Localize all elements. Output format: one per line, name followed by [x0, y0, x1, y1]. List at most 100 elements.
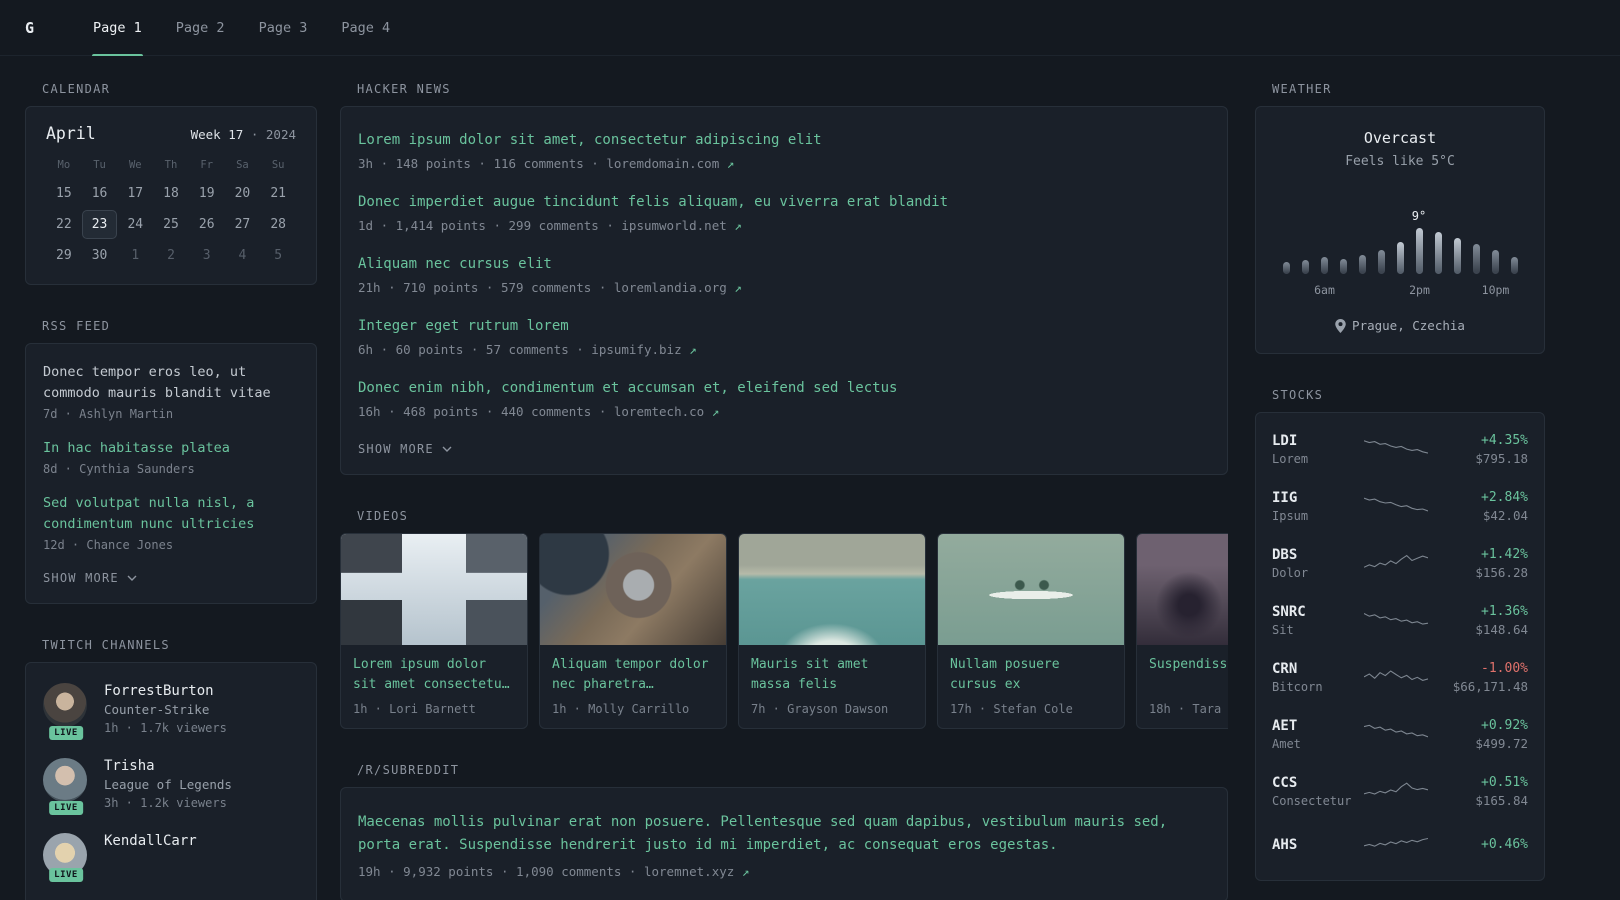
- twitch-channel[interactable]: LIVE KendallCarr: [43, 832, 299, 882]
- stock-percent-change: +1.42%: [1481, 547, 1528, 562]
- rss-item-title[interactable]: Donec tempor eros leo, ut commodo mauris…: [43, 362, 299, 404]
- rss-item[interactable]: Donec tempor eros leo, ut commodo mauris…: [43, 362, 299, 421]
- video-card[interactable]: Nullam posuere cursus ex 17h · Stefan Co…: [937, 533, 1125, 730]
- calendar-day: 4: [238, 248, 247, 263]
- twitch-channel-meta: 3h · 1.2k viewers: [104, 795, 227, 810]
- stock-row[interactable]: CRN Bitcorn -1.00% $66,171.48: [1272, 649, 1528, 706]
- stock-price: $499.72: [1475, 736, 1528, 751]
- calendar-weekday: Mo: [57, 159, 71, 171]
- stock-row[interactable]: AHS +0.46%: [1272, 820, 1528, 872]
- video-card-body: Nullam posuere cursus ex 17h · Stefan Co…: [938, 645, 1124, 728]
- stock-values: +4.35% $795.18: [1475, 433, 1528, 466]
- rss-widget: Donec tempor eros leo, ut commodo mauris…: [25, 343, 317, 604]
- stocks-section: STOCKS LDI Lorem +4.35% $795.18 IIG Ipsu…: [1255, 388, 1545, 881]
- video-title[interactable]: Aliquam tempor dolor nec pharetra…: [552, 655, 714, 695]
- video-title[interactable]: Nullam posuere cursus ex: [950, 655, 1112, 695]
- stock-name: Amet: [1272, 737, 1301, 751]
- live-badge: LIVE: [49, 800, 83, 815]
- hackernews-story-meta: 6h · 60 points · 57 comments · ipsumify.…: [358, 342, 1210, 357]
- video-title[interactable]: Suspendisse diam: [1149, 655, 1228, 695]
- weather-bar-slot: [1301, 260, 1309, 274]
- calendar-widget: April Week 17 · 2024 Mo Tu We Th Fr Sa Su 15 16…: [25, 106, 317, 285]
- rss-show-more-button[interactable]: SHOW MORE: [43, 569, 137, 587]
- weather-bar: [1396, 242, 1404, 274]
- weather-temperature-chart: 9°: [1276, 196, 1524, 274]
- hackernews-story-title[interactable]: Lorem ipsum dolor sit amet, consectetur …: [358, 130, 1210, 151]
- stock-row[interactable]: SNRC Sit +1.36% $148.64: [1272, 592, 1528, 649]
- calendar-day: 3: [202, 248, 211, 263]
- twitch-widget: LIVE ForrestBurton Counter-Strike 1h · 1…: [25, 661, 317, 900]
- subreddit-section-title: /R/SUBREDDIT: [357, 763, 460, 778]
- calendar-weekday: Su: [271, 159, 285, 171]
- twitch-avatar-wrap: LIVE: [43, 757, 89, 815]
- stock-sparkline: [1364, 669, 1428, 681]
- page-tab[interactable]: Page 4: [327, 0, 404, 56]
- stock-percent-change: -1.00%: [1481, 661, 1528, 676]
- calendar-day: 18: [163, 186, 179, 201]
- twitch-channel-category: Counter-Strike: [104, 701, 210, 717]
- page-tab[interactable]: Page 1: [79, 0, 156, 56]
- stock-row[interactable]: AET Amet +0.92% $499.72: [1272, 706, 1528, 763]
- twitch-channel[interactable]: LIVE Trisha League of Legends 3h · 1.2k …: [43, 757, 299, 815]
- video-thumbnail: [938, 534, 1124, 645]
- rss-item-meta: 12d · Chance Jones: [43, 537, 174, 552]
- stock-percent-change: +1.36%: [1481, 604, 1528, 619]
- calendar-weekday: We: [128, 159, 142, 171]
- subreddit-post-title[interactable]: Maecenas mollis pulvinar erat non posuer…: [358, 811, 1210, 856]
- stock-identity: AHS: [1272, 837, 1364, 856]
- stock-row[interactable]: LDI Lorem +4.35% $795.18: [1272, 421, 1528, 478]
- rss-item-title[interactable]: Sed volutpat nulla nisl, a condimentum n…: [43, 493, 299, 535]
- chevron-down-icon: [442, 446, 452, 452]
- app-logo[interactable]: G: [25, 19, 55, 37]
- weather-bar: [1491, 250, 1499, 274]
- hackernews-story-title[interactable]: Aliquam nec cursus elit: [358, 254, 1210, 275]
- stock-price: $42.04: [1482, 508, 1528, 523]
- video-card[interactable]: Suspendisse diam 18h · Tara: [1136, 533, 1228, 730]
- rss-item-meta: 7d · Ashlyn Martin: [43, 406, 174, 421]
- hackernews-show-more-button[interactable]: SHOW MORE: [358, 440, 452, 458]
- calendar-weekday: Tu: [93, 159, 106, 171]
- calendar-day: 5: [274, 248, 283, 263]
- twitch-channel-name[interactable]: ForrestBurton: [104, 683, 227, 699]
- weather-bar: [1510, 257, 1518, 274]
- twitch-channel-name[interactable]: KendallCarr: [104, 833, 197, 849]
- hackernews-story-title[interactable]: Integer eget rutrum lorem: [358, 316, 1210, 337]
- hackernews-story-meta: 21h · 710 points · 579 comments · loreml…: [358, 280, 1210, 295]
- hackernews-story-title[interactable]: Donec imperdiet augue tincidunt felis al…: [358, 192, 1210, 213]
- rss-item[interactable]: Sed volutpat nulla nisl, a condimentum n…: [43, 493, 299, 552]
- hackernews-story: Donec enim nibh, condimentum et accumsan…: [358, 378, 1210, 419]
- rss-item-title[interactable]: In hac habitasse platea: [43, 438, 299, 459]
- stock-row[interactable]: DBS Dolor +1.42% $156.28: [1272, 535, 1528, 592]
- page-tab[interactable]: Page 2: [162, 0, 239, 56]
- twitch-channel[interactable]: LIVE ForrestBurton Counter-Strike 1h · 1…: [43, 682, 299, 740]
- video-title[interactable]: Lorem ipsum dolor sit amet consectetu…: [353, 655, 515, 695]
- hackernews-story-title[interactable]: Donec enim nibh, condimentum et accumsan…: [358, 378, 1210, 399]
- weather-time-axis: 6am 2pm 10pm: [1283, 283, 1518, 298]
- twitch-channel-name[interactable]: Trisha: [104, 758, 232, 774]
- external-link-icon: ↗: [734, 280, 742, 295]
- twitch-channel-info: KendallCarr: [104, 833, 197, 877]
- video-card[interactable]: Aliquam tempor dolor nec pharetra… 1h · …: [539, 533, 727, 730]
- calendar-header: April Week 17 · 2024: [46, 124, 296, 143]
- video-title[interactable]: Mauris sit amet massa felis: [751, 655, 913, 695]
- video-meta: 1h · Lori Barnett: [353, 702, 476, 717]
- stock-name: Consectetur: [1272, 794, 1352, 808]
- weather-section-title: WEATHER: [1272, 82, 1332, 96]
- calendar-day: 19: [198, 186, 215, 201]
- calendar-weekday: Sa: [236, 159, 249, 171]
- twitch-channel-list: LIVE ForrestBurton Counter-Strike 1h · 1…: [43, 682, 299, 882]
- rss-item[interactable]: In hac habitasse platea 8d · Cynthia Sau…: [43, 438, 299, 476]
- stock-row[interactable]: IIG Ipsum +2.84% $42.04: [1272, 478, 1528, 535]
- subreddit-post-meta: 19h · 9,932 points · 1,090 comments · lo…: [358, 864, 1210, 879]
- stock-symbol: AET: [1272, 718, 1298, 734]
- stock-row[interactable]: CCS Consectetur +0.51% $165.84: [1272, 763, 1528, 820]
- weather-bar-slot: [1339, 259, 1347, 274]
- calendar-separator: ·: [250, 127, 259, 142]
- video-card[interactable]: Lorem ipsum dolor sit amet consectetu… 1…: [340, 533, 528, 730]
- stock-percent-change: +0.46%: [1481, 837, 1528, 852]
- stock-sparkline: [1364, 497, 1428, 512]
- page-tab[interactable]: Page 3: [245, 0, 322, 56]
- video-card[interactable]: Mauris sit amet massa felis 7h · Grayson…: [738, 533, 926, 730]
- video-thumbnail: [739, 534, 925, 645]
- weather-bar-slot: [1396, 242, 1404, 274]
